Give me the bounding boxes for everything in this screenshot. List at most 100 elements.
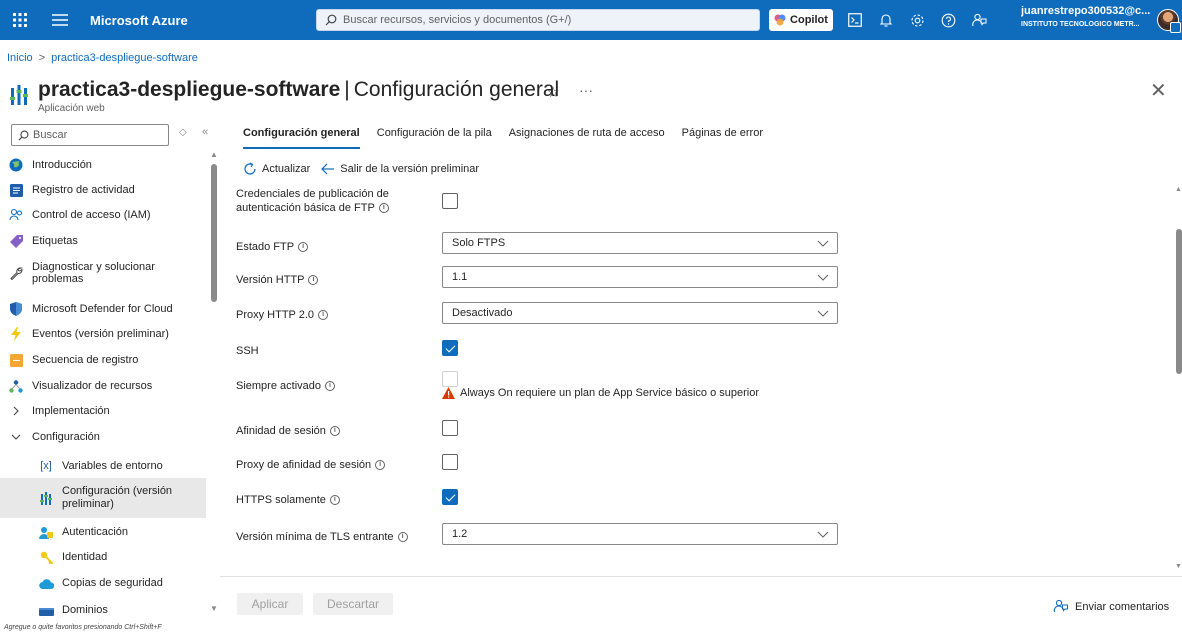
account-organization: INSTITUTO TECNOLOGICO METR... — [1021, 21, 1140, 28]
send-feedback-link[interactable]: Enviar comentarios — [1053, 599, 1169, 614]
info-icon[interactable]: i — [378, 203, 389, 214]
copilot-button[interactable]: Copilot — [769, 9, 833, 31]
tab-configuracion-pila[interactable]: Configuración de la pila — [377, 127, 492, 149]
sidebar-item-configuracion-preliminar[interactable]: Configuración (versión preliminar) — [0, 478, 206, 518]
sidebar-item-identidad[interactable]: Identidad — [0, 549, 206, 565]
sidebar-search-input[interactable]: Buscar — [11, 124, 169, 146]
http2-proxy-dropdown[interactable]: Desactivado — [442, 302, 838, 324]
sidebar-collapse-icon[interactable]: « — [202, 126, 208, 138]
content-scrollbar-thumb[interactable] — [1176, 229, 1182, 374]
sidebar-scroll-down-icon[interactable]: ▼ — [210, 604, 218, 613]
close-icon[interactable]: ✕ — [1150, 78, 1167, 103]
sidebar-item-implementacion[interactable]: Implementación — [0, 403, 206, 419]
sidebar-item-etiquetas[interactable]: Etiquetas — [0, 233, 206, 249]
settings-gear-icon[interactable] — [907, 10, 927, 30]
sidebar-item-autenticacion[interactable]: Autenticación — [0, 524, 206, 540]
session-affinity-proxy-checkbox[interactable] — [442, 454, 458, 470]
global-search-input[interactable]: Buscar recursos, servicios y documentos … — [316, 9, 760, 31]
refresh-label: Actualizar — [262, 163, 311, 175]
sidebar-expand-icon[interactable]: ◇ — [179, 127, 187, 138]
sidebar-item-label: Registro de actividad — [32, 184, 135, 196]
info-icon[interactable]: i — [308, 275, 319, 286]
info-icon[interactable]: i — [397, 532, 408, 543]
http-version-dropdown[interactable]: 1.1 — [442, 266, 838, 288]
sidebar-item-copias-seguridad[interactable]: Copias de seguridad — [0, 575, 206, 591]
breadcrumb-home-link[interactable]: Inicio — [7, 52, 33, 64]
settings-form: Credenciales de publicación de autentica… — [220, 182, 1182, 576]
https-only-checkbox[interactable] — [442, 489, 458, 505]
arrow-left-icon — [321, 163, 335, 175]
feedback-person-icon[interactable] — [969, 10, 989, 30]
sidebar-item-iam[interactable]: Control de acceso (IAM) — [0, 207, 206, 223]
http-version-label: Versión HTTP i — [236, 273, 319, 287]
http-version-label-text: Versión HTTP — [236, 274, 305, 286]
account-info[interactable]: juanrestrepo300532@c... INSTITUTO TECNOL… — [1021, 5, 1161, 31]
shield-icon — [8, 301, 24, 317]
content-scroll-down-icon[interactable]: ▼ — [1175, 563, 1182, 570]
help-icon[interactable] — [938, 10, 958, 30]
people-icon — [8, 207, 24, 223]
notifications-bell-icon[interactable] — [876, 10, 896, 30]
info-icon[interactable]: i — [329, 495, 340, 506]
hamburger-menu-icon[interactable] — [46, 6, 74, 34]
bolt-icon — [8, 326, 24, 342]
chevron-right-icon — [8, 403, 24, 419]
sidebar-scrollbar[interactable] — [211, 154, 217, 614]
ftp-credentials-checkbox[interactable] — [442, 193, 458, 209]
refresh-button[interactable]: Actualizar — [243, 162, 310, 176]
info-icon[interactable]: i — [375, 460, 386, 471]
cloud-shell-icon[interactable] — [845, 10, 865, 30]
exit-preview-button[interactable]: Salir de la versión preliminar — [321, 163, 479, 175]
tab-configuracion-general[interactable]: Configuración general — [243, 127, 360, 149]
apply-button[interactable]: Aplicar — [237, 593, 303, 615]
sidebar-item-label: Introducción — [32, 159, 92, 171]
brand-title[interactable]: Microsoft Azure — [90, 13, 270, 28]
always-on-warning-text: Always On requiere un plan de App Servic… — [460, 387, 760, 399]
info-icon[interactable]: i — [325, 381, 335, 392]
top-bar: Microsoft Azure Buscar recursos, servici… — [0, 0, 1182, 40]
more-options-icon[interactable]: ··· — [579, 82, 593, 98]
sidebar-item-dominios[interactable]: Dominios — [0, 602, 206, 618]
sidebar-item-registro-actividad[interactable]: Registro de actividad — [0, 182, 206, 198]
sidebar-item-eventos[interactable]: Eventos (versión preliminar) — [0, 326, 206, 342]
sidebar-item-label: Copias de seguridad — [62, 577, 163, 589]
avatar[interactable] — [1157, 9, 1181, 33]
search-icon — [325, 14, 337, 26]
sidebar-item-diagnosticar[interactable]: Diagnosticar y solucionar problemas — [0, 258, 206, 288]
breadcrumb-current-link[interactable]: practica3-despliegue-software — [51, 52, 198, 64]
globe-icon — [8, 157, 24, 173]
sidebar-item-configuracion[interactable]: Configuración — [0, 429, 206, 445]
app-launcher-icon[interactable] — [6, 6, 34, 34]
favorite-star-icon[interactable]: ☆ — [547, 84, 560, 101]
info-icon[interactable]: i — [318, 310, 329, 321]
sidebar-item-defender[interactable]: Microsoft Defender for Cloud — [0, 301, 206, 317]
session-affinity-checkbox[interactable] — [442, 420, 458, 436]
info-icon[interactable]: i — [298, 242, 309, 253]
ftp-state-label-text: Estado FTP — [236, 241, 295, 253]
session-affinity-proxy-label: Proxy de afinidad de sesión i — [236, 458, 386, 472]
sidebar-item-variables-entorno[interactable]: [x] Variables de entorno — [0, 458, 206, 474]
breadcrumb-separator-icon: > — [38, 52, 46, 64]
always-on-checkbox[interactable] — [442, 371, 458, 387]
min-tls-value: 1.2 — [452, 528, 468, 540]
feedback-person-icon — [1053, 599, 1068, 613]
sidebar-scrollbar-thumb[interactable] — [211, 164, 217, 302]
info-icon[interactable]: i — [329, 426, 340, 437]
sidebar-item-introduccion[interactable]: Introducción — [0, 157, 206, 173]
favorites-hint: Agregue o quite favoritos presionando Ct… — [4, 624, 162, 631]
sidebar-item-label: Implementación — [32, 405, 110, 417]
warning-icon — [442, 387, 455, 399]
tab-asignaciones-ruta[interactable]: Asignaciones de ruta de acceso — [509, 127, 665, 149]
sidebar-item-label: Eventos (versión preliminar) — [32, 328, 169, 340]
https-only-label: HTTPS solamente i — [236, 493, 340, 507]
tab-paginas-error[interactable]: Páginas de error — [682, 127, 763, 149]
sidebar-item-visualizador[interactable]: Visualizador de recursos — [0, 378, 206, 394]
blade-name: Configuración general — [353, 78, 560, 101]
sidebar-item-secuencia-registro[interactable]: Secuencia de registro — [0, 352, 206, 368]
discard-button[interactable]: Descartar — [313, 593, 393, 615]
min-tls-dropdown[interactable]: 1.2 — [442, 523, 838, 545]
ssh-checkbox[interactable] — [442, 340, 458, 356]
ftp-state-dropdown[interactable]: Solo FTPS — [442, 232, 838, 254]
content-scrollbar[interactable] — [1176, 182, 1182, 576]
domain-icon — [38, 602, 54, 618]
